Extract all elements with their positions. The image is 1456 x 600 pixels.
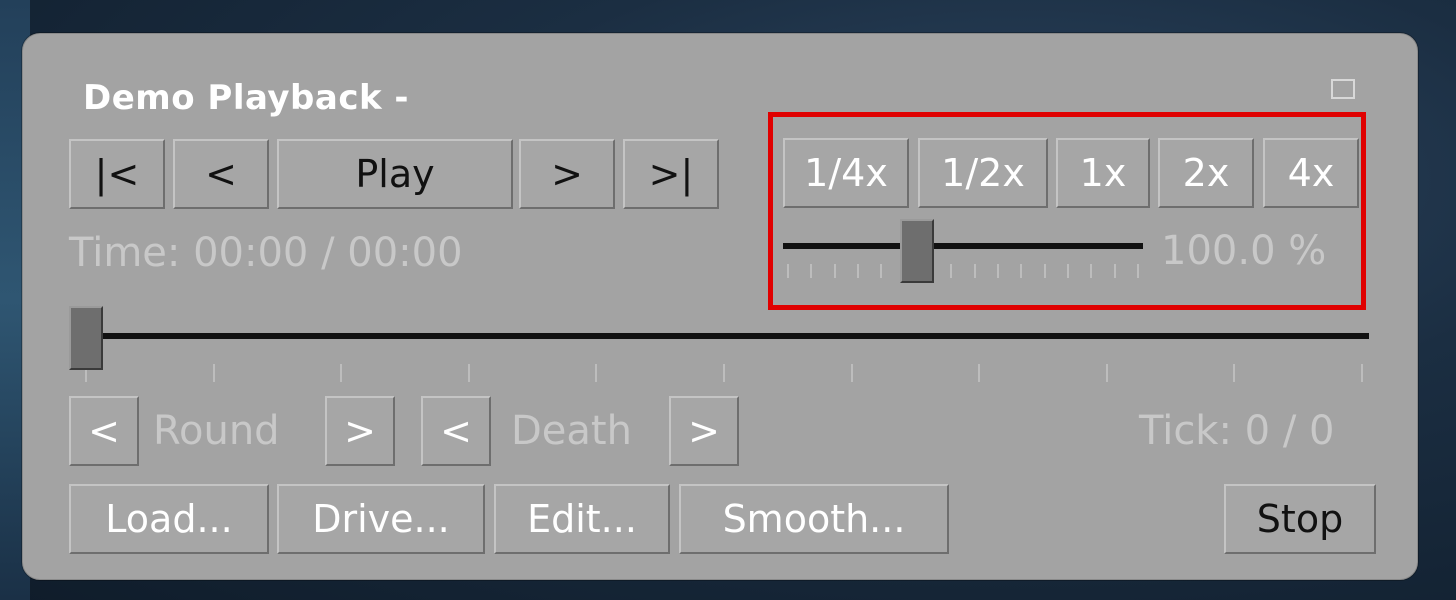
timeline-tick — [1361, 364, 1363, 382]
timeline-tick — [467, 364, 470, 382]
timeline-tick — [340, 364, 343, 382]
load-button[interactable]: Load... — [69, 484, 269, 554]
timeline-tick — [723, 364, 725, 382]
tick-readout: Tick: 0 / 0 — [1139, 408, 1335, 454]
death-label: Death — [511, 408, 632, 454]
window-title: Demo Playback - — [83, 78, 410, 118]
maximize-icon[interactable] — [1331, 79, 1355, 99]
stop-button[interactable]: Stop — [1224, 484, 1376, 554]
speed-controls-highlight — [768, 112, 1366, 310]
first-frame-button[interactable]: |< — [69, 139, 165, 209]
prev-round-button[interactable]: < — [69, 396, 139, 466]
timeline-tick — [978, 364, 981, 382]
timeline-tick — [1233, 364, 1236, 382]
prev-death-button[interactable]: < — [421, 396, 491, 466]
next-death-button[interactable]: > — [669, 396, 739, 466]
last-frame-button[interactable]: >| — [623, 139, 719, 209]
timeline-thumb[interactable] — [69, 306, 103, 370]
timeline-tick — [1105, 364, 1108, 382]
time-readout: Time: 00:00 / 00:00 — [69, 230, 463, 276]
timeline-tick — [212, 364, 215, 382]
timeline-slider[interactable] — [69, 306, 1369, 386]
step-forward-button[interactable]: > — [519, 139, 615, 209]
smooth-button[interactable]: Smooth... — [679, 484, 949, 554]
edit-button[interactable]: Edit... — [494, 484, 670, 554]
drive-button[interactable]: Drive... — [277, 484, 485, 554]
timeline-track — [79, 333, 1369, 339]
timeline-tick — [850, 364, 853, 382]
demo-playback-window: Demo Playback - |< < Play > >| Time: 00:… — [22, 33, 1418, 580]
timeline-tick — [595, 364, 598, 382]
next-round-button[interactable]: > — [325, 396, 395, 466]
step-back-button[interactable]: < — [173, 139, 269, 209]
round-label: Round — [153, 408, 280, 454]
play-button[interactable]: Play — [277, 139, 513, 209]
